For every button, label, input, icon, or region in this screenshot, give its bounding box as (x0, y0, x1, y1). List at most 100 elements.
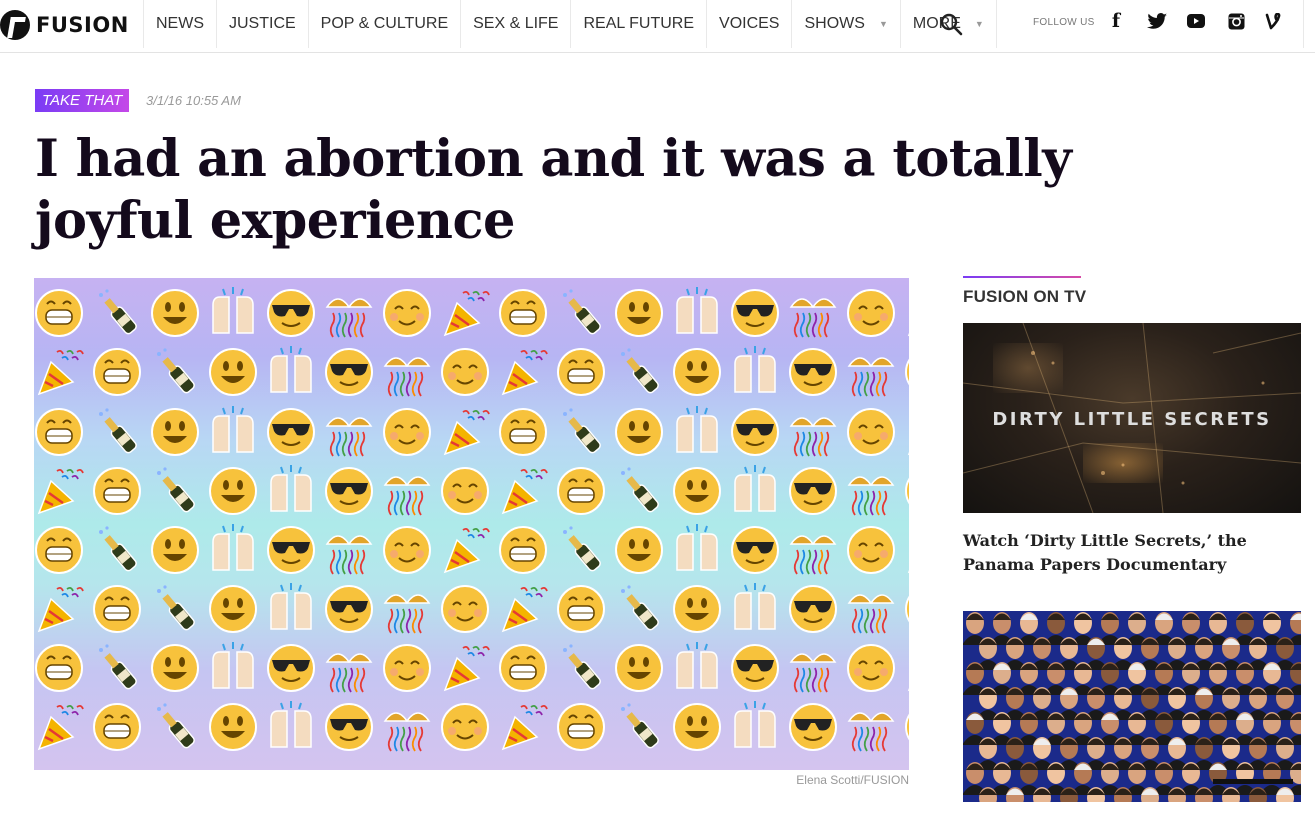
champagne-emoji (621, 585, 659, 631)
smiley-emoji (209, 348, 257, 396)
raised-hands-emoji (270, 346, 312, 393)
sidebar-story-title[interactable]: Watch ‘Dirty Little Secrets,’ the Panama… (963, 529, 1313, 577)
raised-hands-emoji (270, 465, 312, 512)
grinning-emoji (499, 289, 547, 337)
confetti-ball-emoji (847, 594, 895, 634)
nav-divider (1303, 0, 1304, 48)
relaxed-emoji (441, 467, 489, 515)
sunglasses-emoji (267, 526, 315, 574)
champagne-emoji (563, 644, 601, 690)
party-popper-emoji (37, 468, 84, 515)
party-popper-emoji (501, 586, 548, 633)
party-popper-emoji (443, 527, 490, 574)
confetti-ball-emoji (789, 535, 837, 575)
raised-hands-emoji (734, 346, 776, 393)
nav-item-pop-culture[interactable]: POP & CULTURE (307, 0, 462, 48)
relaxed-emoji (441, 703, 489, 751)
faces-collage (963, 612, 1301, 802)
party-popper-emoji (37, 704, 84, 751)
follow-us-label: FOLLOW US (1033, 17, 1095, 28)
nav-item-label: SHOWS (804, 15, 865, 32)
smiley-emoji (673, 585, 721, 633)
champagne-emoji (157, 348, 195, 394)
smiley-emoji (151, 526, 199, 574)
grinning-emoji (35, 526, 83, 574)
panama-papers-thumbnail[interactable] (963, 611, 1301, 802)
facebook-icon[interactable]: f (1108, 10, 1124, 32)
search-button[interactable] (933, 8, 969, 40)
sunglasses-emoji (789, 585, 837, 633)
grinning-emoji (93, 467, 141, 515)
smiley-emoji (673, 703, 721, 751)
grinning-emoji (35, 644, 83, 692)
champagne-emoji (621, 467, 659, 513)
nav-item-label: VOICES (719, 15, 780, 32)
top-navigation: FUSION NEWS JUSTICE POP & CULTURE SEX & … (0, 0, 1315, 53)
nav-item-label: JUSTICE (229, 15, 296, 32)
article-date: 3/1/16 10:55 AM (146, 93, 241, 108)
grinning-emoji (499, 408, 547, 456)
grinning-emoji (557, 585, 605, 633)
relaxed-emoji (383, 408, 431, 456)
sunglasses-emoji (325, 703, 373, 751)
relaxed-emoji (905, 713, 909, 741)
nav-item-shows[interactable]: SHOWS ▼ (791, 0, 901, 48)
raised-hands-emoji (212, 642, 254, 689)
champagne-emoji (157, 585, 195, 631)
nav-item-real-future[interactable]: REAL FUTURE (570, 0, 708, 48)
sunglasses-emoji (267, 289, 315, 337)
relaxed-emoji (847, 289, 895, 337)
category-tag[interactable]: TAKE THAT (35, 89, 130, 112)
fusion-logo[interactable]: FUSION (0, 8, 138, 42)
nav-item-justice[interactable]: JUSTICE (216, 0, 309, 48)
smiley-emoji (209, 467, 257, 515)
main-nav: NEWS JUSTICE POP & CULTURE SEX & LIFE RE… (143, 0, 997, 48)
party-popper-emoji (501, 704, 548, 751)
sunglasses-emoji (267, 644, 315, 692)
relaxed-emoji (847, 644, 895, 692)
nav-item-sex-life[interactable]: SEX & LIFE (460, 0, 572, 48)
relaxed-emoji (441, 585, 489, 633)
party-popper-emoji (37, 349, 84, 396)
sidebar-section-title: FUSION ON TV (963, 287, 1087, 306)
twitter-icon[interactable] (1146, 10, 1168, 32)
sunglasses-emoji (325, 467, 373, 515)
champagne-emoji (157, 467, 195, 513)
nav-item-label: POP & CULTURE (320, 15, 449, 32)
confetti-ball-emoji (789, 298, 837, 338)
confetti-ball-emoji (847, 357, 895, 397)
champagne-emoji (621, 348, 659, 394)
grinning-emoji (499, 526, 547, 574)
confetti-ball-emoji (383, 476, 431, 516)
smiley-emoji (151, 408, 199, 456)
raised-hands-emoji (212, 287, 254, 334)
confetti-ball-emoji (383, 712, 431, 752)
party-popper-emoji (443, 645, 490, 692)
confetti-ball-emoji (847, 476, 895, 516)
champagne-emoji (99, 526, 137, 572)
champagne-emoji (99, 289, 137, 335)
champagne-emoji (563, 526, 601, 572)
smiley-emoji (673, 348, 721, 396)
smiley-emoji (615, 644, 663, 692)
champagne-emoji (621, 703, 659, 749)
grinning-emoji (557, 703, 605, 751)
confetti-ball-emoji (789, 417, 837, 457)
confetti-ball-emoji (325, 298, 373, 338)
confetti-ball-emoji (325, 653, 373, 693)
nav-item-label: SEX & LIFE (473, 15, 559, 32)
grinning-emoji (93, 703, 141, 751)
confetti-ball-emoji (325, 535, 373, 575)
relaxed-emoji (905, 595, 909, 623)
smiley-emoji (151, 644, 199, 692)
confetti-ball-emoji (383, 357, 431, 397)
vine-icon[interactable] (1264, 10, 1282, 32)
tv-video-thumbnail[interactable]: DIRTY LITTLE SECRETS (963, 323, 1301, 513)
instagram-icon[interactable] (1226, 10, 1246, 32)
nav-item-news[interactable]: NEWS (143, 0, 217, 48)
youtube-icon[interactable] (1186, 10, 1206, 32)
nav-item-voices[interactable]: VOICES (706, 0, 793, 48)
grinning-emoji (557, 348, 605, 396)
image-credit: Elena Scotti/FUSION (796, 773, 909, 787)
confetti-ball-emoji (789, 653, 837, 693)
